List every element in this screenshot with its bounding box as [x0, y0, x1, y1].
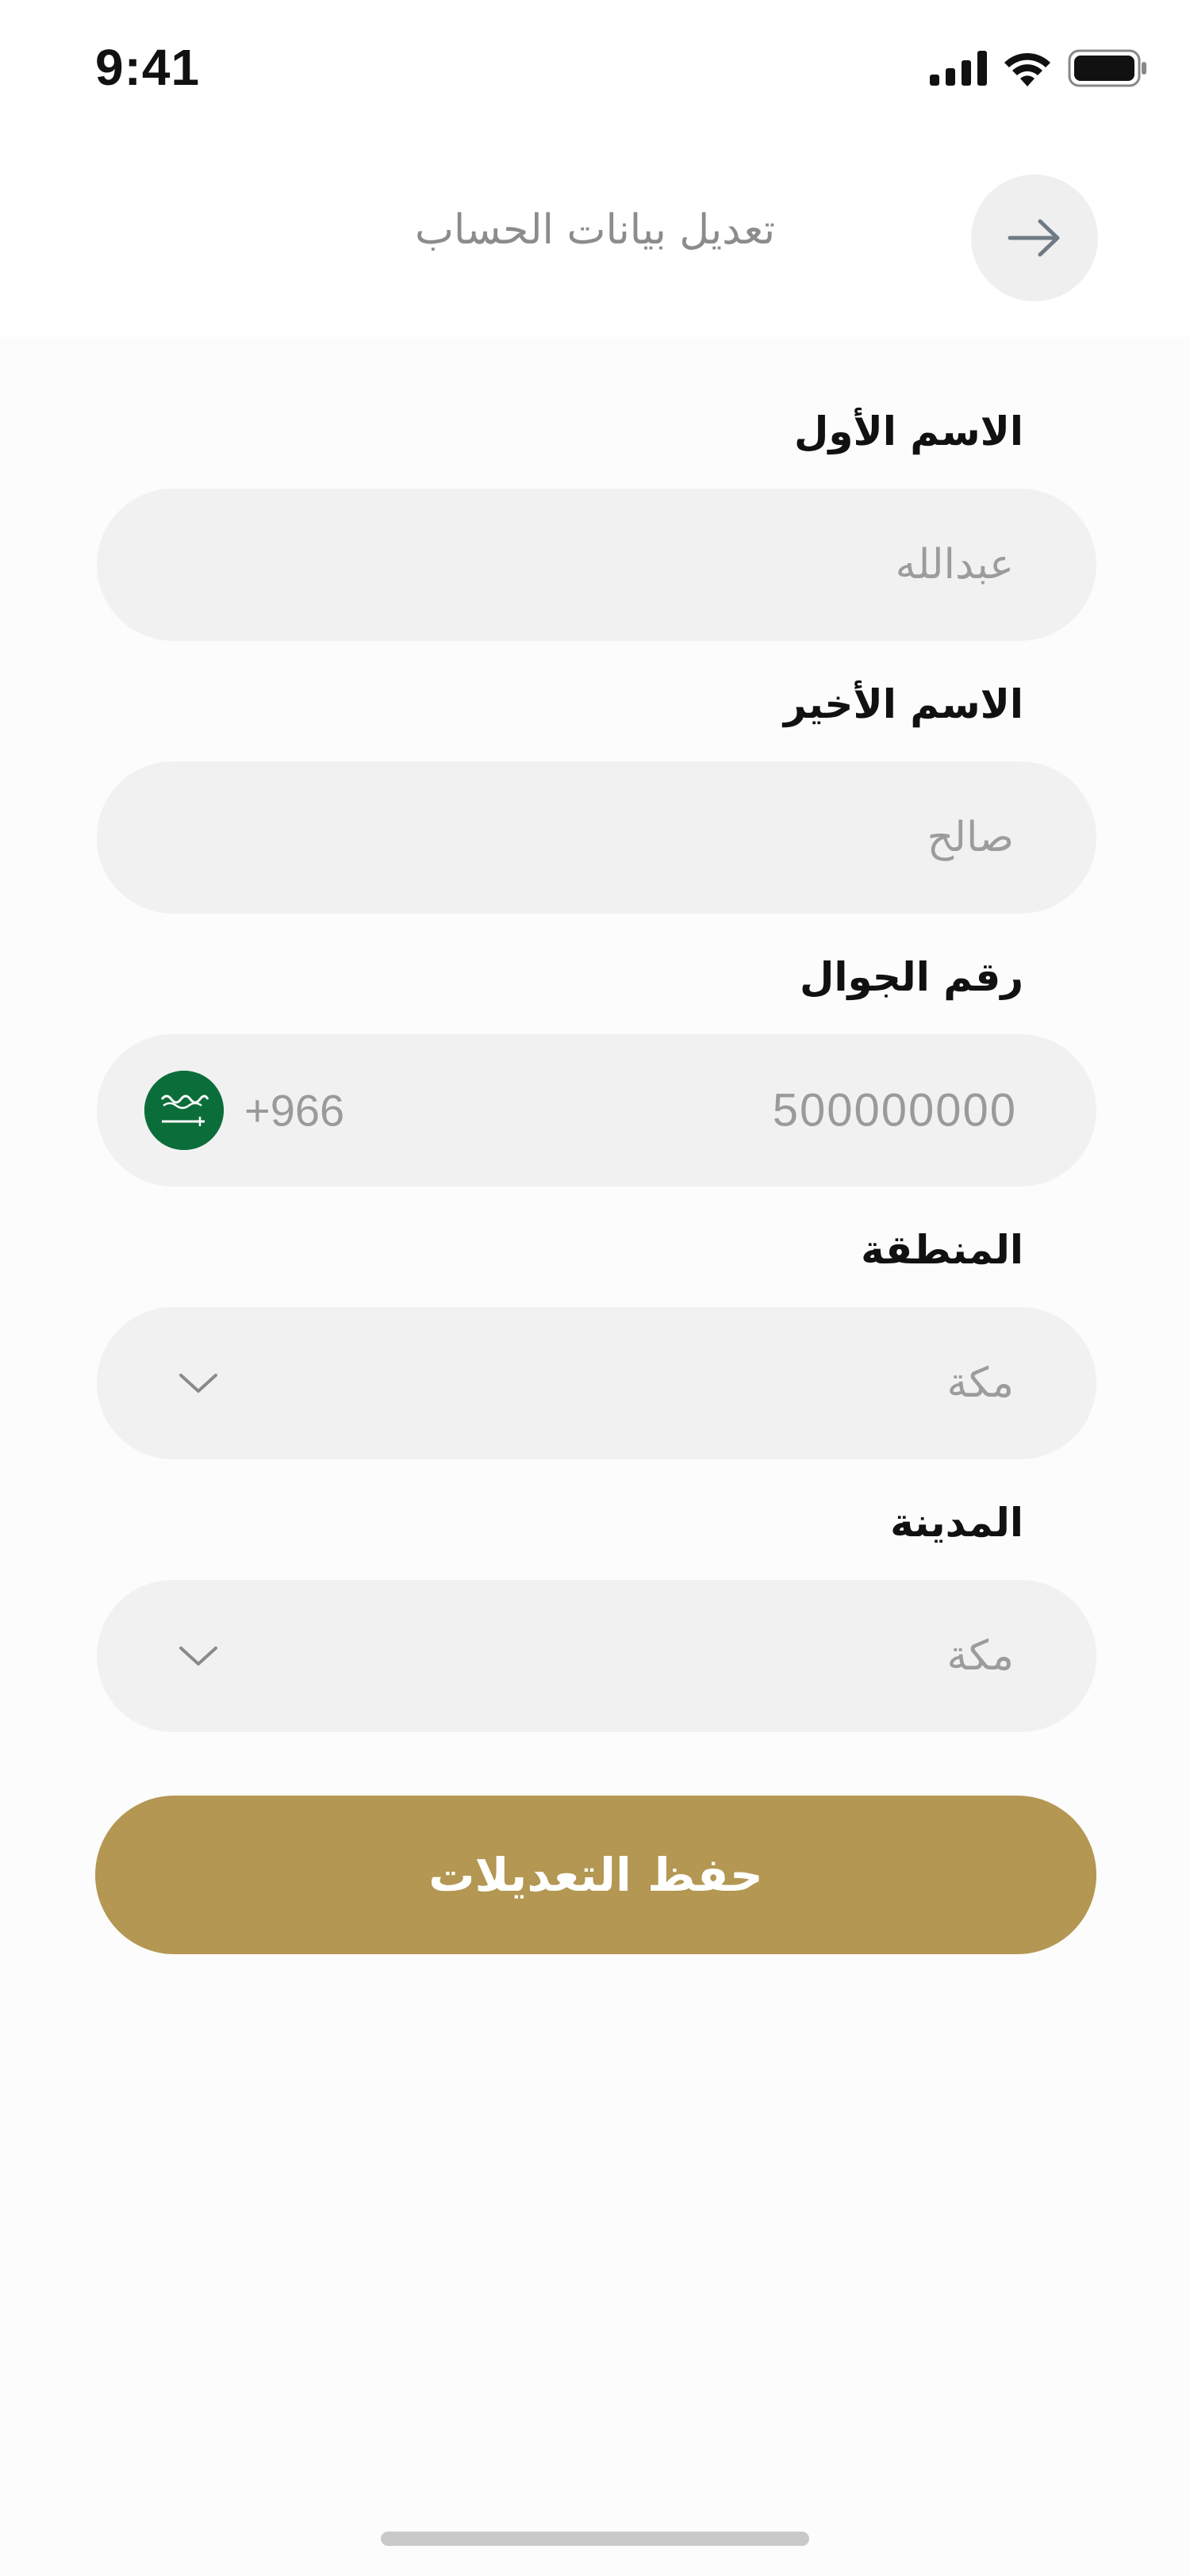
city-value: مكة [946, 1632, 1014, 1680]
dial-code[interactable]: +966 [244, 1085, 344, 1137]
phone-value: 500000000 [772, 1084, 1017, 1137]
save-button-label: حفظ التعديلات [428, 1848, 763, 1902]
phone-label: رقم الجوال [800, 954, 1023, 1000]
wifi-icon [1004, 52, 1050, 86]
region-label: المنطقة [861, 1227, 1023, 1273]
first-name-value: عبدالله [895, 541, 1014, 588]
signal-icon [930, 51, 987, 86]
arrow-right-icon [1008, 219, 1060, 257]
save-changes-button[interactable]: حفظ التعديلات [95, 1796, 1096, 1954]
header: تعديل بيانات الحساب [0, 143, 1190, 337]
status-time: 9:41 [95, 39, 201, 96]
region-select[interactable]: مكة [97, 1307, 1096, 1459]
chevron-down-icon [179, 1374, 217, 1393]
last-name-label: الاسم الأخير [783, 681, 1023, 727]
city-select[interactable]: مكة [97, 1580, 1096, 1732]
last-name-field[interactable]: صالح [97, 761, 1096, 914]
saudi-flag-icon [144, 1071, 224, 1150]
chevron-down-icon [179, 1646, 217, 1666]
region-value: مكة [946, 1359, 1014, 1407]
battery-icon [1068, 49, 1146, 87]
first-name-label: الاسم الأول [794, 408, 1023, 454]
status-icons [930, 44, 1147, 92]
status-bar: 9:41 [0, 0, 1190, 143]
first-name-field[interactable]: عبدالله [97, 489, 1096, 641]
phone-field[interactable]: +966 500000000 [97, 1034, 1096, 1186]
home-indicator[interactable] [381, 2532, 809, 2546]
back-button[interactable] [971, 174, 1098, 301]
city-label: المدينة [890, 1500, 1023, 1546]
last-name-value: صالح [927, 814, 1014, 861]
